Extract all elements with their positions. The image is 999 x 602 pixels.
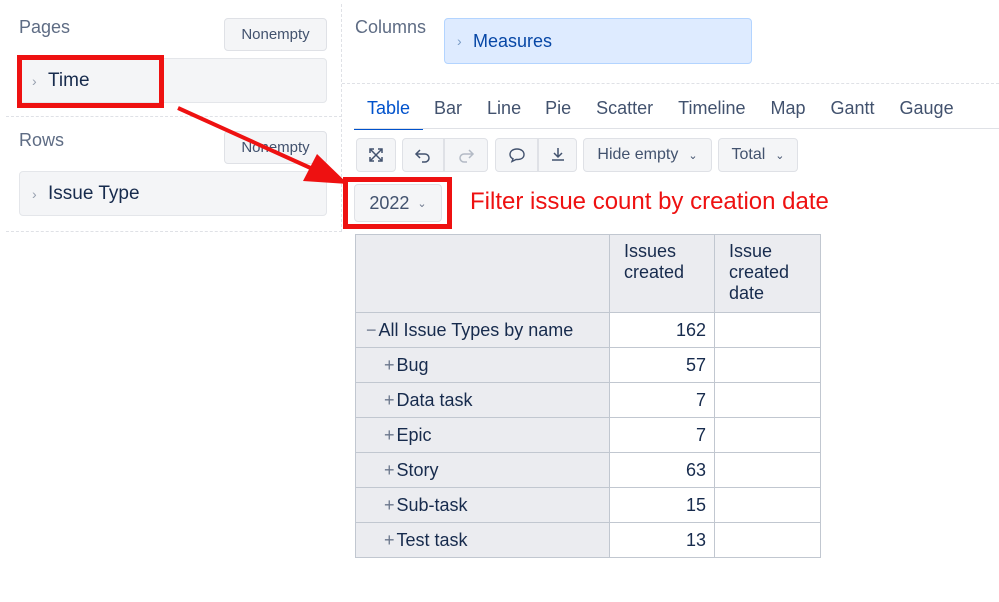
corner-header (355, 234, 610, 313)
column-header-issues-created[interactable]: Issues created (609, 234, 715, 313)
cell-issues-created[interactable]: 63 (609, 452, 715, 488)
cell-created-date[interactable] (714, 452, 821, 488)
cell-issues-created[interactable]: 57 (609, 347, 715, 383)
cell-created-date[interactable] (714, 487, 821, 523)
tab-gauge[interactable]: Gauge (886, 98, 954, 128)
cell-created-date[interactable] (714, 382, 821, 418)
cell-issues-created[interactable]: 162 (609, 312, 715, 348)
table-row: + Story 63 (355, 452, 821, 488)
tab-scatter[interactable]: Scatter (582, 98, 664, 128)
columns-dimension-measures[interactable]: › Measures (444, 18, 752, 64)
cell-created-date[interactable] (714, 347, 821, 383)
redo-button[interactable] (444, 138, 488, 172)
row-label: Story (396, 459, 439, 480)
rows-title: Rows (19, 130, 65, 150)
tab-line[interactable]: Line (472, 98, 531, 128)
highlight-box-time (17, 55, 164, 108)
table-row: + Test task 13 (355, 522, 821, 558)
annotation-text: Filter issue count by creation date (470, 188, 829, 215)
fullscreen-button[interactable] (356, 138, 396, 172)
column-header-issue-created-date[interactable]: Issue created date (714, 234, 821, 313)
row-label: Epic (396, 424, 432, 445)
chevron-right-icon: › (457, 33, 462, 49)
row-label: Test task (396, 529, 468, 550)
chevron-down-icon: ⌄ (688, 149, 698, 162)
hide-empty-label: Hide empty (597, 146, 679, 163)
table-row: + Data task 7 (355, 382, 821, 418)
pages-title: Pages (19, 17, 71, 37)
total-dropdown[interactable]: Total ⌄ (718, 138, 798, 172)
chevron-right-icon: › (32, 185, 37, 202)
table-row: + Epic 7 (355, 417, 821, 453)
columns-title: Columns (355, 17, 427, 37)
cell-created-date[interactable] (714, 522, 821, 558)
dimension-label: Issue Type (48, 182, 140, 204)
row-label: Sub-task (396, 494, 468, 515)
undo-icon (414, 149, 430, 163)
header-line: Issues (624, 241, 677, 261)
header-line: date (729, 283, 765, 303)
expand-icon[interactable]: + (384, 495, 395, 515)
header-line: created (729, 262, 790, 282)
row-label: All Issue Types by name (378, 319, 574, 340)
row-header-test-task[interactable]: + Test task (355, 522, 610, 558)
cell-created-date[interactable] (714, 312, 821, 348)
cell-issues-created[interactable]: 15 (609, 487, 715, 523)
tab-pie[interactable]: Pie (531, 98, 582, 128)
tab-gantt[interactable]: Gantt (817, 98, 886, 128)
expand-icon[interactable]: + (384, 390, 395, 410)
cell-issues-created[interactable]: 7 (609, 417, 715, 453)
table-row: + Bug 57 (355, 347, 821, 383)
cell-created-date[interactable] (714, 417, 821, 453)
row-label: Bug (396, 354, 429, 375)
header-line: Issue (729, 241, 773, 261)
expand-icon[interactable]: + (384, 355, 395, 375)
row-header-all-issue-types[interactable]: − All Issue Types by name (355, 312, 610, 348)
comment-button[interactable] (495, 138, 538, 172)
cell-issues-created[interactable]: 13 (609, 522, 715, 558)
row-label: Data task (396, 389, 473, 410)
tab-bar[interactable]: Bar (423, 98, 472, 128)
row-header-data-task[interactable]: + Data task (355, 382, 610, 418)
expand-icon (369, 148, 383, 162)
comment-icon (508, 148, 525, 163)
tab-map[interactable]: Map (756, 98, 816, 128)
row-header-story[interactable]: + Story (355, 452, 610, 488)
row-header-bug[interactable]: + Bug (355, 347, 610, 383)
collapse-icon[interactable]: − (366, 320, 377, 340)
undo-button[interactable] (402, 138, 444, 172)
dimension-label: Measures (473, 30, 553, 51)
export-button[interactable] (538, 138, 577, 172)
expand-icon[interactable]: + (384, 460, 395, 480)
row-header-epic[interactable]: + Epic (355, 417, 610, 453)
report-table: Issues created Issue created date − All I… (355, 234, 821, 558)
tabs-underline (354, 128, 999, 129)
row-header-sub-task[interactable]: + Sub-task (355, 487, 610, 523)
chevron-down-icon: ⌄ (775, 149, 785, 162)
total-label: Total (731, 146, 766, 163)
expand-icon[interactable]: + (384, 425, 395, 445)
table-row: − All Issue Types by name 162 (355, 312, 821, 348)
view-tabs: Table Bar Line Pie Scatter Timeline Map … (354, 98, 954, 130)
hide-empty-dropdown[interactable]: Hide empty ⌄ (583, 138, 712, 172)
redo-icon (459, 149, 475, 163)
table-row: + Sub-task 15 (355, 487, 821, 523)
cell-issues-created[interactable]: 7 (609, 382, 715, 418)
expand-icon[interactable]: + (384, 530, 395, 550)
tab-timeline[interactable]: Timeline (664, 98, 756, 128)
download-icon (551, 148, 564, 161)
tab-table[interactable]: Table (354, 98, 424, 130)
annotation-arrow (177, 106, 348, 184)
pages-nonempty-button[interactable]: Nonempty (224, 18, 327, 51)
header-line: created (624, 262, 685, 282)
